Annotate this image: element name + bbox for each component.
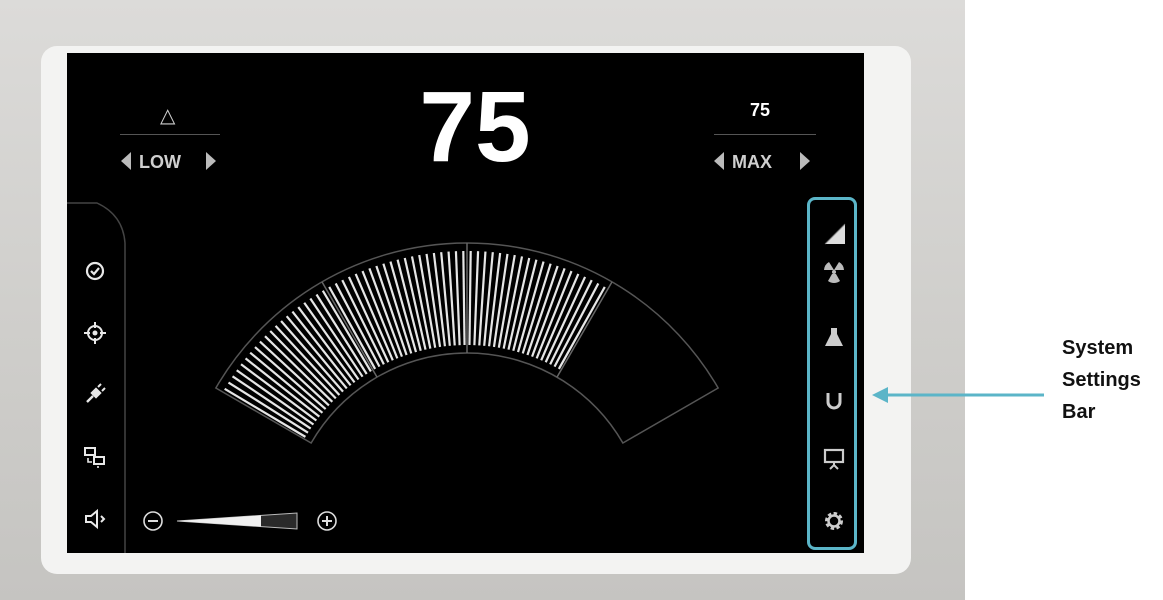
volume-level-fill	[177, 515, 261, 527]
gauge-segment	[462, 251, 466, 346]
gauge-segment	[454, 251, 461, 346]
level-gauge	[214, 242, 720, 445]
gauge-segment	[303, 302, 360, 381]
gauge-segment	[521, 263, 552, 354]
volume-plus-icon[interactable]	[317, 511, 337, 531]
gauge-segment	[473, 251, 480, 346]
annotation-label: System Settings Bar	[1062, 332, 1141, 428]
annotation-line-2: Settings	[1062, 369, 1141, 391]
gauge-segment	[236, 369, 315, 426]
volume-minus-icon[interactable]	[143, 511, 163, 531]
system-settings-bar	[807, 197, 857, 550]
annotation-line-3: Bar	[1062, 401, 1096, 423]
annotation-arrow	[872, 387, 1044, 403]
display-screen: △ LOW 75 75 MAX	[67, 53, 864, 553]
volume-slider[interactable]	[137, 506, 367, 536]
gauge-segment	[382, 263, 413, 354]
annotation-line-1: System	[1062, 337, 1134, 359]
gauge-segment	[468, 251, 472, 346]
